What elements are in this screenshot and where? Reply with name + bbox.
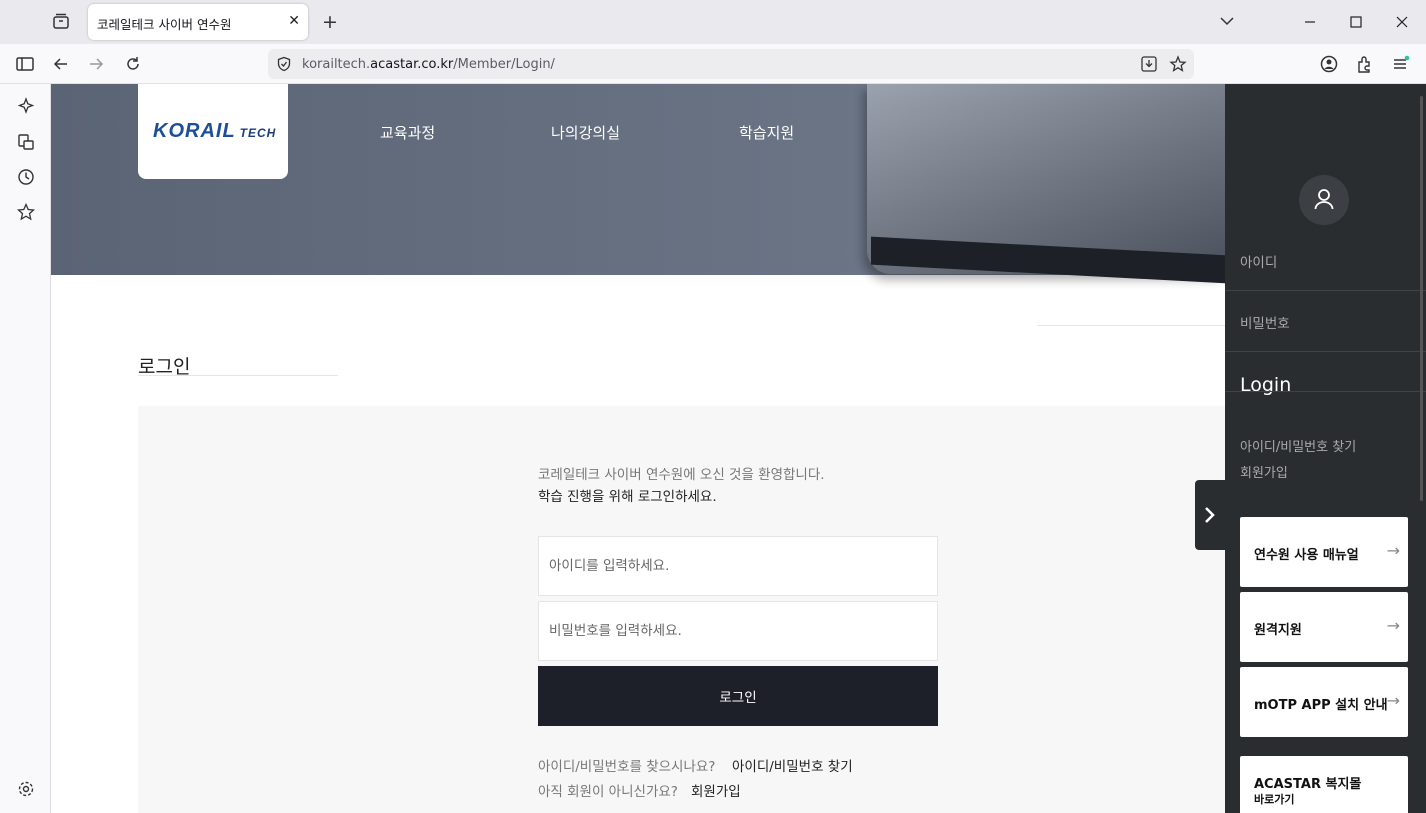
card-label: mOTP APP 설치 안내 bbox=[1254, 698, 1388, 713]
chevron-down-icon[interactable] bbox=[1218, 12, 1236, 30]
reload-icon[interactable] bbox=[123, 54, 143, 74]
card-sublabel: 바로가기 bbox=[1254, 793, 1295, 806]
url-text: korailtech.acastar.co.kr/Member/Login/ bbox=[302, 57, 555, 72]
qp-password-field[interactable]: 비밀번호 bbox=[1240, 312, 1290, 332]
star-icon[interactable] bbox=[1169, 55, 1187, 73]
bookmarks-icon[interactable] bbox=[16, 202, 36, 222]
menu-icon[interactable] bbox=[1391, 54, 1411, 74]
nav-bar: korailtech.acastar.co.kr/Member/Login/ bbox=[0, 44, 1426, 84]
download-icon[interactable] bbox=[1140, 55, 1158, 73]
sidebar-toggle-icon[interactable] bbox=[15, 54, 35, 74]
nav-item-support[interactable]: 학습지원 bbox=[739, 122, 794, 143]
card-welfare-mall[interactable]: ACASTAR 복지몰 바로가기 bbox=[1240, 756, 1408, 813]
tab-manager-icon[interactable] bbox=[52, 12, 70, 30]
card-label: 원격지원 bbox=[1254, 623, 1302, 638]
quick-login-panel: 아이디 비밀번호 Login 아이디/비밀번호 찾기 회원가입 연수원 사용 매… bbox=[1225, 84, 1426, 813]
welcome-text: 코레일테크 사이버 연수원에 오신 것을 환영합니다. bbox=[538, 467, 825, 483]
extensions-icon[interactable] bbox=[1355, 54, 1375, 74]
url-bar[interactable]: korailtech.acastar.co.kr/Member/Login/ bbox=[268, 49, 1194, 79]
settings-gear-icon[interactable] bbox=[16, 779, 36, 799]
qp-find-account-link[interactable]: 아이디/비밀번호 찾기 bbox=[1240, 436, 1356, 455]
card-motp-guide[interactable]: mOTP APP 설치 안내 → bbox=[1240, 667, 1408, 737]
account-icon[interactable] bbox=[1319, 54, 1339, 74]
divider bbox=[1225, 290, 1426, 291]
new-tab-icon[interactable]: + bbox=[322, 11, 338, 33]
card-remote-support[interactable]: 원격지원 → bbox=[1240, 592, 1408, 662]
web-page: KORAIL TECH 교육과정 나의강의실 학습지원 로그인 코레일테크 사이버… bbox=[51, 84, 1426, 813]
find-account-link[interactable]: 아이디/비밀번호 찾기 bbox=[732, 755, 853, 775]
nav-item-courses[interactable]: 교육과정 bbox=[380, 122, 435, 143]
shield-icon[interactable] bbox=[276, 56, 292, 72]
tab-bar: 코레일테크 사이버 연수원 ✕ + bbox=[0, 0, 1426, 44]
site-logo[interactable]: KORAIL TECH bbox=[138, 84, 288, 179]
chevron-right-icon bbox=[1205, 507, 1215, 523]
login-button[interactable]: 로그인 bbox=[538, 666, 938, 726]
tab-title: 코레일테크 사이버 연수원 bbox=[97, 17, 232, 32]
divider bbox=[1037, 325, 1227, 326]
id-input[interactable] bbox=[538, 536, 938, 596]
avatar bbox=[1299, 175, 1349, 225]
synced-tabs-icon[interactable] bbox=[16, 132, 36, 152]
user-icon bbox=[1314, 189, 1334, 210]
arrow-right-icon: → bbox=[1386, 541, 1400, 560]
scrollbar[interactable] bbox=[1420, 96, 1423, 501]
welcome-subtext: 학습 진행을 위해 로그인하세요. bbox=[538, 489, 717, 505]
minimize-icon[interactable] bbox=[1298, 10, 1322, 34]
close-icon[interactable]: ✕ bbox=[288, 13, 300, 29]
window-close-icon[interactable] bbox=[1390, 10, 1414, 34]
browser-sidebar bbox=[0, 84, 51, 813]
password-input[interactable] bbox=[538, 601, 938, 661]
qp-login-button[interactable]: Login bbox=[1240, 374, 1291, 396]
card-label: ACASTAR 복지몰 bbox=[1254, 777, 1362, 792]
back-icon[interactable] bbox=[51, 54, 71, 74]
join-link[interactable]: 회원가입 bbox=[691, 780, 741, 800]
title-underline bbox=[138, 375, 338, 376]
nav-item-my-classroom[interactable]: 나의강의실 bbox=[551, 122, 620, 143]
history-icon[interactable] bbox=[16, 167, 36, 187]
qp-join-link[interactable]: 회원가입 bbox=[1240, 462, 1288, 481]
divider bbox=[1225, 351, 1426, 352]
tab-active[interactable]: 코레일테크 사이버 연수원 ✕ bbox=[88, 4, 308, 40]
ai-sparkle-icon[interactable] bbox=[16, 96, 36, 116]
browser-chrome: 코레일테크 사이버 연수원 ✕ + korailtech.acastar.co.… bbox=[0, 0, 1426, 84]
card-manual[interactable]: 연수원 사용 매뉴얼 → bbox=[1240, 517, 1408, 587]
join-question: 아직 회원이 아니신가요? bbox=[538, 784, 678, 800]
arrow-right-icon: → bbox=[1386, 616, 1400, 635]
qp-id-field[interactable]: 아이디 bbox=[1240, 251, 1277, 271]
arrow-right-icon: → bbox=[1386, 691, 1400, 710]
quick-panel-toggle[interactable] bbox=[1195, 480, 1225, 550]
hero-banner: KORAIL TECH 교육과정 나의강의실 학습지원 bbox=[51, 84, 1426, 284]
find-question: 아이디/비밀번호를 찾으시나요? bbox=[538, 759, 716, 775]
divider bbox=[1225, 391, 1426, 392]
card-label: 연수원 사용 매뉴얼 bbox=[1254, 548, 1359, 563]
forward-icon[interactable] bbox=[86, 54, 106, 74]
maximize-icon[interactable] bbox=[1344, 10, 1368, 34]
logo-text: KORAIL TECH bbox=[153, 120, 277, 142]
